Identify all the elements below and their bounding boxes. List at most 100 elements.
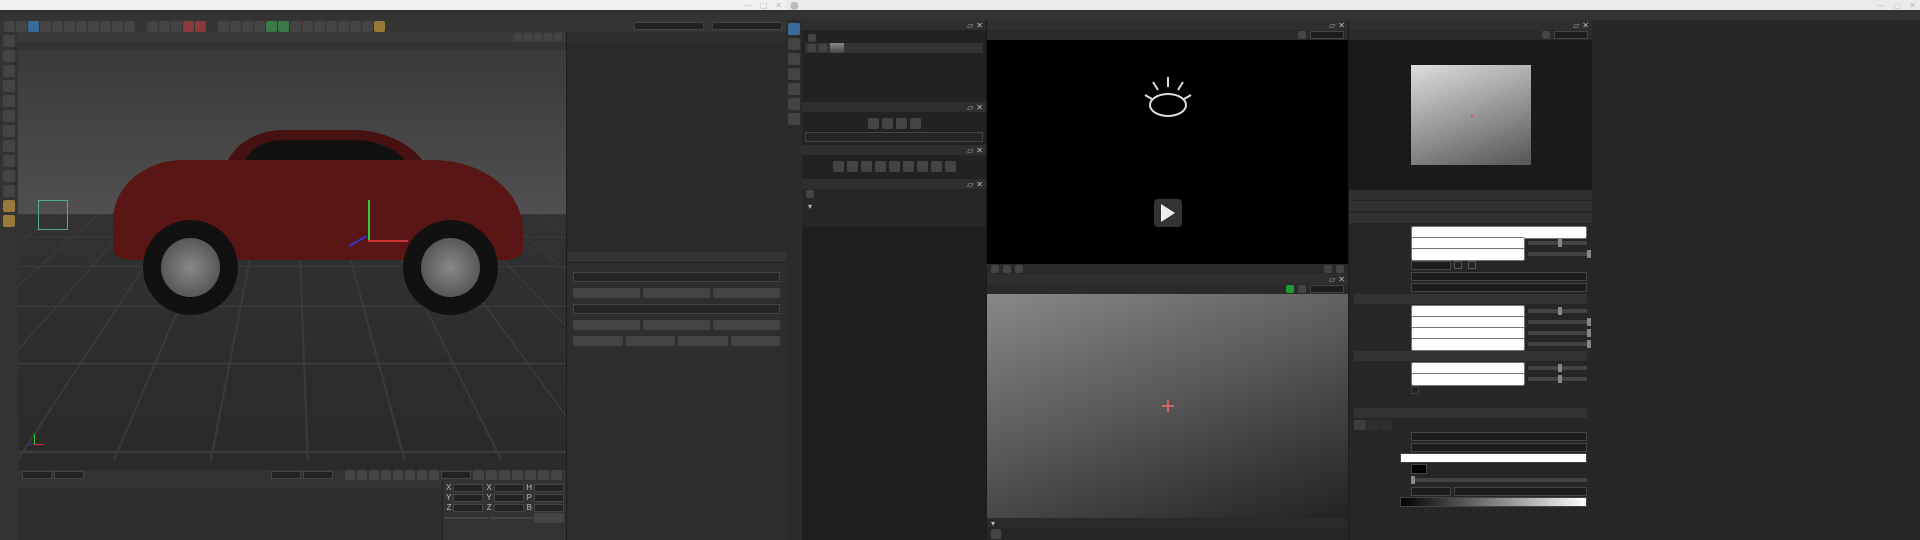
next-key-icon[interactable] <box>417 470 427 480</box>
rot-p[interactable] <box>534 494 564 502</box>
light-tool-icon[interactable] <box>350 21 361 32</box>
canvas-exp-icon[interactable] <box>1298 285 1306 293</box>
coord-icon[interactable] <box>124 21 135 32</box>
undock3-icon[interactable]: ▱ <box>967 146 973 155</box>
goto-end-icon[interactable] <box>429 470 439 480</box>
xaxis-icon[interactable] <box>88 21 99 32</box>
min-icon[interactable]: — <box>744 1 752 10</box>
layout-select[interactable] <box>712 22 782 30</box>
pos-x[interactable] <box>453 484 483 492</box>
master-settings-banner[interactable] <box>1349 213 1592 223</box>
refresh-project-button[interactable] <box>713 288 780 298</box>
max-icon[interactable]: ▢ <box>760 1 768 10</box>
lp-exp-icon[interactable] <box>1542 31 1550 39</box>
coord-apply-button[interactable] <box>534 513 564 523</box>
preset-grid[interactable] <box>802 227 986 540</box>
render-region-icon[interactable] <box>159 21 170 32</box>
effector-icon[interactable] <box>278 21 289 32</box>
point-mode-icon[interactable] <box>3 95 15 107</box>
look-up-icon[interactable] <box>910 118 921 129</box>
vp-zoom-icon[interactable] <box>534 33 542 41</box>
field-icon[interactable] <box>302 21 313 32</box>
rv-close-icon[interactable]: ✕ <box>1338 21 1345 30</box>
tool-blend-icon[interactable] <box>788 83 800 95</box>
tool-select-icon[interactable] <box>788 23 800 35</box>
pos-y[interactable] <box>453 494 483 502</box>
hv-field[interactable] <box>1411 373 1525 386</box>
lp-exposure[interactable] <box>1554 31 1588 39</box>
hu-slider[interactable] <box>1528 366 1587 370</box>
snap-icon[interactable] <box>3 170 15 182</box>
rot-b[interactable] <box>534 504 564 512</box>
rs-renderview-icon[interactable] <box>183 21 194 32</box>
rv-save-icon[interactable] <box>1324 265 1332 273</box>
undock4-icon[interactable]: ▱ <box>967 180 973 189</box>
active-project-select[interactable] <box>573 304 780 314</box>
more2-icon[interactable] <box>945 161 956 172</box>
close-panel-icon[interactable]: ✕ <box>976 21 983 30</box>
rv-exposure-icon[interactable] <box>1298 31 1306 39</box>
lp-close-icon[interactable]: ✕ <box>1582 21 1589 30</box>
lon-slider[interactable] <box>1528 320 1587 324</box>
close2-icon[interactable]: ✕ <box>976 103 983 112</box>
vp-tab[interactable] <box>18 42 566 50</box>
dellight-icon[interactable] <box>875 161 886 172</box>
rot-h[interactable] <box>534 484 564 492</box>
create-project-button[interactable] <box>573 288 640 298</box>
vp-nav-icon[interactable] <box>514 33 522 41</box>
type-select[interactable] <box>1411 443 1587 452</box>
key-p-icon[interactable] <box>499 470 510 481</box>
c4d-viewport[interactable] <box>18 50 566 460</box>
rv-undock-icon[interactable]: ▱ <box>1329 21 1335 30</box>
vp-orbit-icon[interactable] <box>544 33 552 41</box>
current-frame[interactable] <box>441 471 471 479</box>
width-slider[interactable] <box>1528 331 1587 335</box>
close4-icon[interactable]: ✕ <box>976 180 983 189</box>
scale-icon[interactable] <box>52 21 63 32</box>
asset-icon[interactable] <box>374 21 385 32</box>
lp-undock-icon[interactable]: ▱ <box>1573 21 1579 30</box>
canvas-ch-icon[interactable] <box>1286 285 1294 293</box>
ctype-select[interactable] <box>1411 432 1587 441</box>
undock-icon[interactable]: ▱ <box>967 21 973 30</box>
move-icon[interactable] <box>40 21 51 32</box>
tool-solo-icon[interactable] <box>788 113 800 125</box>
cube-icon[interactable] <box>218 21 229 32</box>
tool-rotate-icon[interactable] <box>788 53 800 65</box>
key-pla-icon[interactable] <box>551 470 562 481</box>
yaxis-icon[interactable] <box>100 21 111 32</box>
play-back-icon[interactable] <box>381 470 391 480</box>
rs-ipr-icon[interactable] <box>195 21 206 32</box>
opacity-slider[interactable] <box>1528 252 1587 256</box>
timeline-end-frame[interactable] <box>303 471 333 479</box>
peg-slider[interactable] <box>1411 478 1587 482</box>
record-icon[interactable] <box>473 470 484 481</box>
key-param-icon[interactable] <box>538 470 549 481</box>
hdrls-max-icon[interactable]: ▢ <box>1894 1 1902 10</box>
close3-icon[interactable]: ✕ <box>976 146 983 155</box>
prev-key-icon[interactable] <box>357 470 367 480</box>
rv-exposure[interactable] <box>1310 31 1344 39</box>
render-view[interactable] <box>987 40 1348 264</box>
light-object-gizmo[interactable] <box>38 200 68 230</box>
next-frame-icon[interactable] <box>405 470 415 480</box>
lat-slider[interactable] <box>1528 309 1587 313</box>
hdrls-min-icon[interactable]: — <box>1878 1 1886 10</box>
mapping-select[interactable] <box>1411 283 1587 292</box>
canvas-view[interactable] <box>987 294 1348 518</box>
floor-icon[interactable] <box>326 21 337 32</box>
content-banner[interactable] <box>1354 408 1587 418</box>
blendmode-select[interactable] <box>1411 261 1451 270</box>
color-ramp[interactable] <box>1400 453 1587 463</box>
undo-icon[interactable] <box>4 21 15 32</box>
coord-abs[interactable] <box>490 517 533 519</box>
addlight-icon[interactable] <box>833 161 844 172</box>
visibility-icon[interactable] <box>808 34 816 42</box>
planar-wp-icon[interactable] <box>3 215 15 227</box>
texture-mode-icon[interactable] <box>3 65 15 77</box>
locked-wp-icon[interactable] <box>3 200 15 212</box>
camera-tool-icon[interactable] <box>338 21 349 32</box>
rotate-icon[interactable] <box>64 21 75 32</box>
rv-pause-icon[interactable] <box>991 265 999 273</box>
edge-mode-icon[interactable] <box>3 110 15 122</box>
